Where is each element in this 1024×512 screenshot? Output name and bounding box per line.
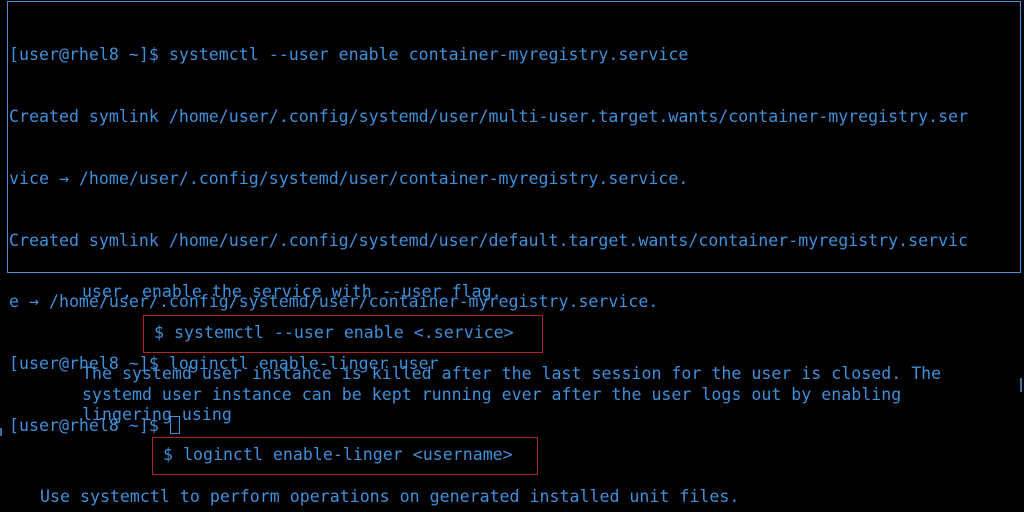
terminal-prompt-line[interactable]: [user@rhel8 ~]$ — [9, 415, 968, 437]
terminal-line: Created symlink /home/user/.config/syste… — [9, 230, 969, 250]
terminal-prompt: [user@rhel8 ~]$ — [9, 415, 169, 435]
doc-line-use-systemctl: Use systemctl to perform operations on g… — [40, 487, 740, 506]
terminal-line: [user@rhel8 ~]$ loginctl enable-linger u… — [9, 354, 439, 374]
text-cursor-icon — [169, 415, 180, 434]
edge-scroll-mark — [1020, 378, 1022, 392]
terminal-line: Created symlink /home/user/.config/syste… — [9, 106, 969, 126]
terminal-output: [user@rhel8 ~]$ systemctl --user enable … — [9, 4, 968, 478]
terminal-line: vice → /home/user/.config/systemd/user/c… — [9, 168, 689, 188]
terminal-window[interactable]: [user@rhel8 ~]$ systemctl --user enable … — [7, 1, 1021, 435]
edge-left-mark — [0, 428, 2, 436]
terminal-line: [user@rhel8 ~]$ systemctl --user enable … — [9, 45, 689, 65]
terminal-line: e → /home/user/.config/systemd/user/cont… — [9, 292, 659, 312]
